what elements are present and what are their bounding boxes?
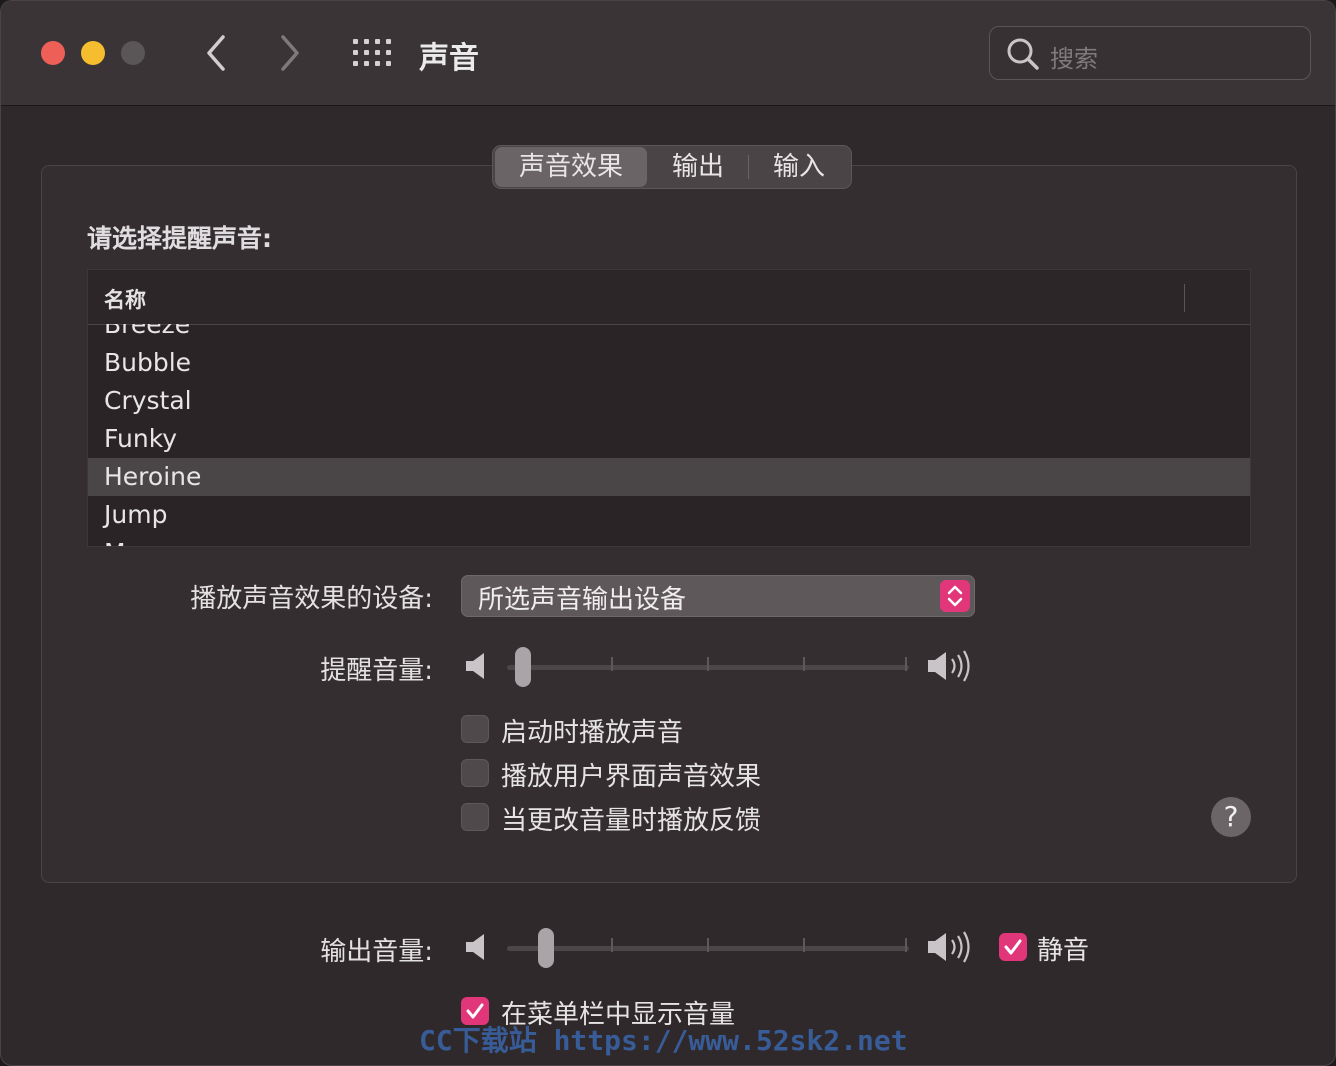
- slider-tick: [611, 938, 613, 952]
- list-header: 名称: [88, 270, 1250, 325]
- output-volume-label: 输出音量:: [320, 937, 433, 967]
- tab-output[interactable]: 输出: [648, 147, 748, 187]
- system-preferences-window: 声音 搜索 声音效果 输出 输入 请选择提醒声音: 名称 Breeze Bubb…: [0, 0, 1336, 1066]
- title-bar: 声音 搜索: [1, 1, 1335, 106]
- help-button[interactable]: ?: [1211, 797, 1251, 837]
- slider-knob[interactable]: [515, 647, 531, 687]
- alert-volume-slider[interactable]: [507, 647, 909, 687]
- zoom-button[interactable]: [121, 41, 145, 65]
- slider-tick: [611, 657, 613, 671]
- minimize-button[interactable]: [81, 41, 105, 65]
- chevron-right-icon: [281, 35, 299, 71]
- popup-stepper-icon: [940, 580, 970, 612]
- tab-bar: 声音效果 输出 输入: [492, 145, 853, 189]
- slider-tick: [905, 657, 907, 671]
- slider-knob[interactable]: [538, 928, 554, 968]
- checkmark-icon: [1004, 939, 1022, 955]
- list-item-selected[interactable]: Heroine: [88, 458, 1250, 496]
- list-item[interactable]: Crystal: [88, 382, 1250, 420]
- search-icon: [1007, 38, 1039, 70]
- slider-tick: [803, 938, 805, 952]
- device-popup-value: 所选声音输出设备: [478, 585, 687, 615]
- tab-input[interactable]: 输入: [749, 147, 849, 187]
- back-button[interactable]: [203, 31, 229, 75]
- column-header-name[interactable]: 名称: [104, 284, 146, 314]
- mute-checkbox[interactable]: [999, 933, 1027, 961]
- column-divider[interactable]: [1184, 284, 1185, 312]
- speaker-low-icon: [466, 653, 484, 679]
- volume-feedback-checkbox[interactable]: [461, 803, 489, 831]
- startup-sound-label: 启动时播放声音: [501, 718, 684, 748]
- tab-sound-effects[interactable]: 声音效果: [495, 147, 648, 187]
- output-volume-slider[interactable]: [507, 928, 909, 968]
- list-item[interactable]: Jump: [88, 496, 1250, 534]
- list-item[interactable]: Funky: [88, 420, 1250, 458]
- device-popup[interactable]: 所选声音输出设备: [461, 575, 975, 617]
- speaker-high-icon: [928, 931, 970, 963]
- show-all-grid-icon[interactable]: [353, 39, 391, 67]
- startup-sound-checkbox[interactable]: [461, 715, 489, 743]
- search-placeholder: 搜索: [1050, 45, 1098, 73]
- device-label: 播放声音效果的设备:: [190, 584, 433, 614]
- ui-sound-label: 播放用户界面声音效果: [501, 762, 762, 792]
- volume-feedback-label: 当更改音量时播放反馈: [501, 806, 762, 836]
- slider-tick: [905, 938, 907, 952]
- speaker-low-icon: [466, 934, 484, 960]
- list-item[interactable]: Bubble: [88, 344, 1250, 382]
- mute-label: 静音: [1037, 936, 1090, 966]
- list-rows[interactable]: Breeze Bubble Crystal Funky Heroine Jump…: [88, 324, 1250, 546]
- forward-button[interactable]: [277, 31, 303, 75]
- search-field[interactable]: 搜索: [989, 26, 1311, 80]
- slider-tick: [707, 938, 709, 952]
- watermark: CC下载站 https://www.52sk2.net: [419, 1024, 908, 1057]
- window-title: 声音: [419, 41, 479, 76]
- alert-sound-label: 请选择提醒声音:: [87, 224, 272, 253]
- list-item[interactable]: Morse: [88, 534, 1250, 546]
- slider-tick: [707, 657, 709, 671]
- alert-sound-list[interactable]: 名称 Breeze Bubble Crystal Funky Heroine J…: [87, 269, 1251, 547]
- slider-tick: [803, 657, 805, 671]
- speaker-high-icon: [928, 650, 970, 682]
- close-button[interactable]: [41, 41, 65, 65]
- chevron-left-icon: [207, 35, 225, 71]
- ui-sound-checkbox[interactable]: [461, 759, 489, 787]
- list-item[interactable]: Breeze: [88, 324, 1250, 344]
- alert-volume-label: 提醒音量:: [320, 656, 433, 686]
